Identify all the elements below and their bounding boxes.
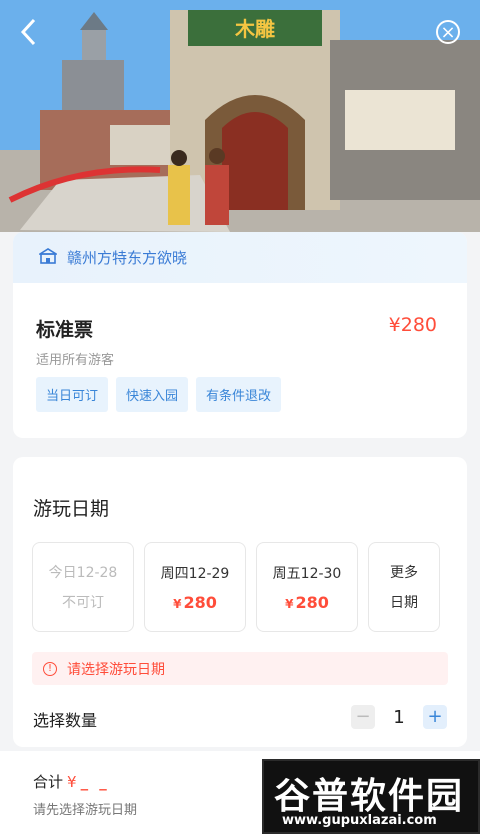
date-options: 今日12-28 不可订 周四12-29 ¥280 周五12-30 ¥280 更多… — [32, 542, 440, 632]
total-value: _ _ — [80, 773, 110, 791]
warning-text: 请选择游玩日期 — [67, 661, 165, 678]
plus-button[interactable]: + — [423, 705, 447, 729]
quantity-label: 选择数量 — [33, 711, 98, 730]
watermark-title: 谷普软件园 — [274, 776, 465, 817]
date-status: 不可订 — [62, 595, 104, 611]
minus-button[interactable]: − — [351, 705, 375, 729]
quantity-stepper: − 1 + — [351, 705, 447, 729]
ticket-subtitle: 适用所有游客 — [36, 353, 115, 368]
date-section: 游玩日期 今日12-28 不可订 周四12-29 ¥280 周五12-30 ¥2… — [13, 457, 467, 747]
venue-header[interactable]: 赣州方特东方欲晓 — [13, 232, 467, 283]
tag-refund-policy[interactable]: 有条件退改 — [196, 377, 282, 412]
date-label: 今日12-28 — [48, 565, 118, 581]
ticket-price: ¥280 — [388, 314, 437, 336]
date-label: 周五12-30 — [272, 565, 342, 582]
ticket-card: 赣州方特东方欲晓 标准票 ¥280 适用所有游客 当日可订 快速入园 有条件退改 — [13, 232, 467, 438]
watermark-logo: 谷普软件园 www.gupuxlazai.com — [262, 759, 480, 834]
hero-image: 木雕 × — [0, 0, 480, 232]
hero-building-illustration: 木雕 — [0, 0, 480, 232]
date-price: ¥280 — [173, 592, 217, 612]
date-price: ¥280 — [285, 592, 329, 612]
total-currency: ¥ — [67, 773, 77, 791]
total: 合计 ¥ _ _ — [33, 771, 110, 792]
tag-same-day: 当日可订 — [36, 377, 109, 412]
hero-sign: 木雕 — [234, 17, 275, 41]
total-note: 请先选择游玩日期 — [33, 803, 138, 818]
close-icon[interactable]: × — [436, 20, 460, 44]
ticket-tags: 当日可订 快速入园 有条件退改 — [36, 377, 282, 412]
back-icon[interactable] — [18, 16, 48, 50]
venue-icon — [37, 247, 59, 268]
date-section-title: 游玩日期 — [33, 498, 110, 520]
date-label: 周四12-29 — [160, 565, 230, 582]
watermark-url: www.gupuxlazai.com — [282, 813, 437, 828]
more-dates-button[interactable]: 更多 日期 — [368, 542, 440, 632]
date-option-fri[interactable]: 周五12-30 ¥280 — [256, 542, 358, 632]
date-option-thu[interactable]: 周四12-29 ¥280 — [144, 542, 246, 632]
date-warning: ! 请选择游玩日期 — [32, 652, 448, 685]
tag-fast-entry: 快速入园 — [116, 377, 189, 412]
total-label: 合计 — [33, 773, 64, 791]
venue-name: 赣州方特东方欲晓 — [67, 249, 188, 267]
ticket-title: 标准票 — [36, 319, 94, 341]
date-option-today: 今日12-28 不可订 — [32, 542, 134, 632]
quantity-value: 1 — [393, 706, 405, 728]
warning-icon: ! — [43, 661, 57, 676]
